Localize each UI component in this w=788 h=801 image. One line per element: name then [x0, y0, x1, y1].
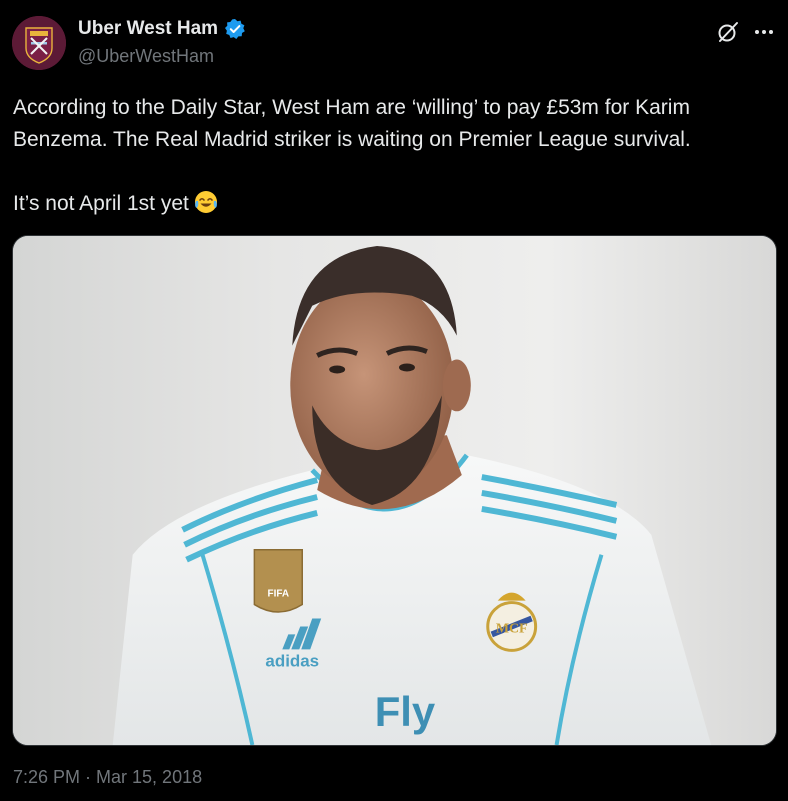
west-ham-crest-icon [12, 16, 66, 70]
author-handle[interactable]: @UberWestHam [78, 46, 214, 67]
svg-text:MCF: MCF [496, 621, 528, 636]
badge-text: FIFA [268, 589, 290, 600]
tweet-text: According to the Daily Star, West Ham ar… [13, 92, 778, 220]
verified-badge-icon[interactable] [224, 18, 246, 40]
tweet-card: Uber West Ham @UberWestHam According to … [0, 0, 788, 801]
shirt-sponsor-text: Fly [375, 688, 436, 735]
player-photo: FIFA adidas MCF Fly [13, 236, 776, 745]
tweet-text-line2: It’s not April 1st yet [13, 192, 189, 215]
tweet-timestamp[interactable]: 7:26 PM · Mar 15, 2018 [13, 767, 202, 788]
author-name-row: Uber West Ham [78, 18, 246, 40]
avatar[interactable] [12, 16, 66, 70]
more-icon[interactable] [752, 20, 776, 44]
display-name[interactable]: Uber West Ham [78, 18, 218, 40]
face-with-tears-of-joy-icon [193, 189, 219, 215]
tweet-media-photo[interactable]: FIFA adidas MCF Fly [12, 235, 777, 746]
grok-icon[interactable] [716, 20, 740, 44]
shirt-brand-text: adidas [265, 651, 319, 670]
tweet-text-line1: According to the Daily Star, West Ham ar… [13, 96, 696, 151]
